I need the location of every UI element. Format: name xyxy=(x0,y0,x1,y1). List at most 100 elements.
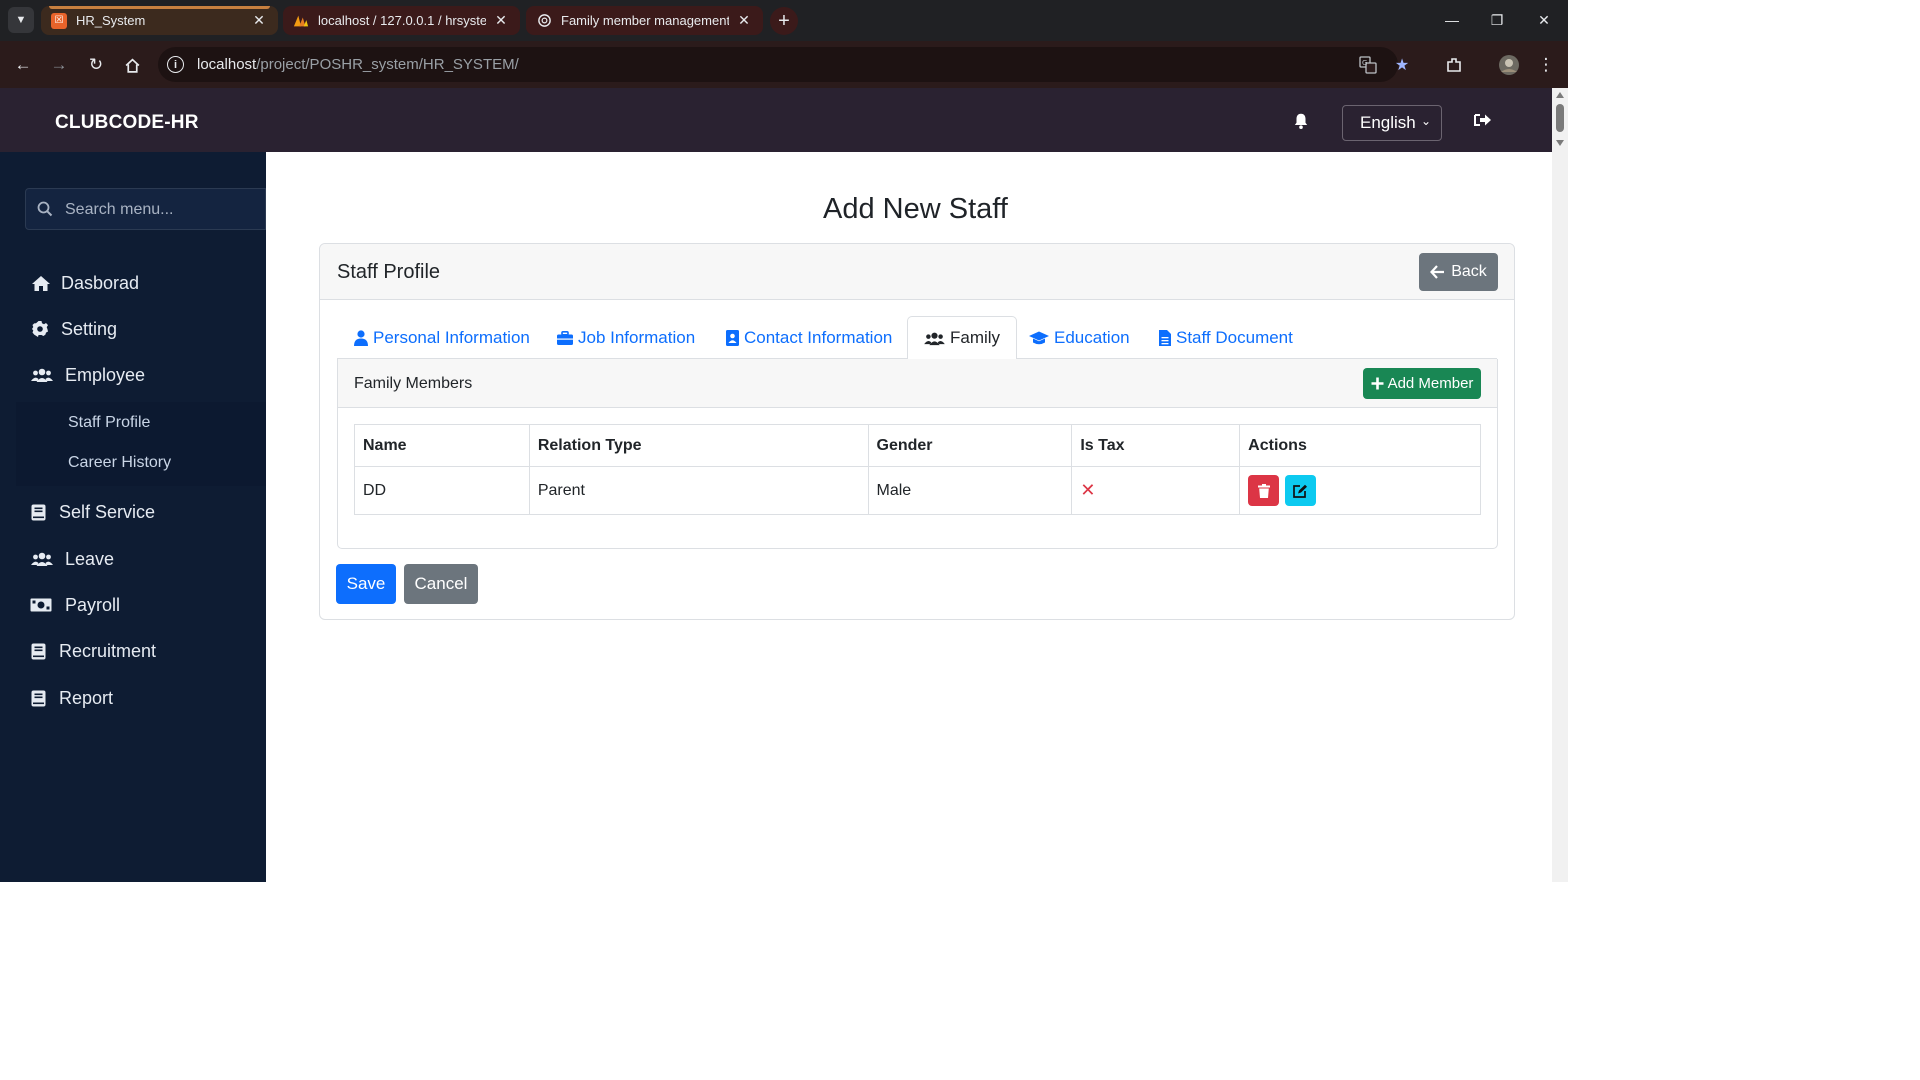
restore-icon[interactable]: ❐ xyxy=(1485,8,1509,32)
plus-icon xyxy=(1371,377,1384,390)
money-icon xyxy=(30,596,52,614)
tab-search-button[interactable]: ▼ xyxy=(8,7,34,33)
hr-system-favicon: ☒ xyxy=(51,12,67,29)
address-bar[interactable]: i localhost/project/POSHR_system/HR_SYST… xyxy=(158,47,1409,82)
browser-tab-phpmyadmin[interactable]: localhost / 127.0.0.1 / hrsystem ✕ xyxy=(283,6,520,35)
contact-card-icon xyxy=(726,329,739,346)
cell-name: DD xyxy=(354,466,530,515)
tab-label: Staff Document xyxy=(1176,327,1293,347)
new-tab-button[interactable]: + xyxy=(770,7,798,35)
close-icon[interactable]: ✕ xyxy=(250,12,268,29)
sidebar-item-label: Report xyxy=(59,688,114,708)
extensions-icon[interactable] xyxy=(1441,52,1467,78)
tab-job-information[interactable]: Job Information xyxy=(557,316,695,359)
gear-icon xyxy=(30,320,50,338)
more-menu-icon[interactable]: ⋮ xyxy=(1533,52,1559,78)
url-host: localhost xyxy=(197,56,257,73)
tab-label: Contact Information xyxy=(744,327,893,347)
chatgpt-favicon xyxy=(536,13,552,29)
back-label: Back xyxy=(1451,263,1487,280)
translate-icon[interactable]: G xyxy=(1358,55,1378,75)
url-text: localhost/project/POSHR_system/HR_SYSTEM… xyxy=(197,56,519,73)
sidebar-item-label: Leave xyxy=(65,549,115,569)
brand-logo-text[interactable]: CLUBCODE-HR xyxy=(55,112,199,134)
chevron-down-icon: ⌄ xyxy=(1420,114,1431,128)
trash-icon xyxy=(1257,483,1270,498)
sidebar-item-label: Payroll xyxy=(65,595,121,615)
column-header-name: Name xyxy=(354,424,530,467)
column-header-relation-type: Relation Type xyxy=(528,424,869,467)
edit-button[interactable] xyxy=(1284,475,1316,506)
scroll-thumb[interactable] xyxy=(1556,104,1564,132)
sidebar-item-label: Recruitment xyxy=(59,641,157,661)
cancel-button[interactable]: Cancel xyxy=(404,564,478,604)
browser-toolbar: ← → ↻ i localhost/project/POSHR_system/H… xyxy=(0,41,1568,88)
sidebar-item-label: Self Service xyxy=(59,502,156,522)
language-select[interactable]: English ⌄ xyxy=(1342,105,1442,141)
sidebar-item-leave[interactable]: Leave xyxy=(0,539,266,579)
tab-staff-document[interactable]: Staff Document xyxy=(1159,316,1293,359)
sidebar-item-employee[interactable]: Employee xyxy=(0,355,266,395)
tab-education[interactable]: Education xyxy=(1029,316,1130,359)
forward-arrow-icon[interactable]: → xyxy=(46,52,72,78)
cell-is-tax: ✕ xyxy=(1071,466,1241,515)
screen: ▼ ☒ HR_System ✕ localhost / 127.0.0.1 / … xyxy=(0,0,1568,882)
back-button[interactable]: Back xyxy=(1419,253,1498,291)
reload-icon[interactable]: ↻ xyxy=(83,52,109,78)
users-icon xyxy=(30,550,54,568)
employee-submenu: Staff Profile Career History xyxy=(16,402,266,486)
sidebar-search xyxy=(25,188,266,230)
minimize-icon[interactable]: — xyxy=(1440,8,1464,32)
close-icon[interactable]: ✕ xyxy=(492,12,510,29)
home-icon xyxy=(31,274,51,292)
logout-icon[interactable] xyxy=(1474,112,1492,130)
close-window-icon[interactable]: ✕ xyxy=(1532,8,1556,32)
panel-header: Family Members Add Member xyxy=(338,359,1497,408)
save-button[interactable]: Save xyxy=(336,564,396,604)
book-icon xyxy=(30,642,46,660)
sidebar: Dasborad Setting Employee Staff Profile … xyxy=(0,152,266,882)
scroll-down-arrow[interactable] xyxy=(1556,140,1564,146)
page-title: Add New Staff xyxy=(823,193,1008,225)
sidebar-item-setting[interactable]: Setting xyxy=(0,309,266,349)
tab-personal-information[interactable]: Personal Information xyxy=(354,316,530,359)
page-scrollbar[interactable] xyxy=(1552,88,1568,882)
bookmark-star-icon[interactable]: ★ xyxy=(1392,55,1412,75)
column-header-gender: Gender xyxy=(867,424,1073,467)
tab-label: Job Information xyxy=(578,327,696,347)
sidebar-item-dashboard[interactable]: Dasborad xyxy=(0,263,266,303)
add-member-label: Add Member xyxy=(1387,375,1474,392)
book-icon xyxy=(30,689,46,707)
browser-tab-chatgpt[interactable]: Family member management co ✕ xyxy=(526,6,763,35)
tab-accent xyxy=(49,6,270,9)
sidebar-item-recruitment[interactable]: Recruitment xyxy=(0,631,266,671)
back-arrow-icon[interactable]: ← xyxy=(10,52,36,78)
site-info-icon[interactable]: i xyxy=(167,56,184,73)
sidebar-item-report[interactable]: Report xyxy=(0,678,266,718)
sidebar-item-self-service[interactable]: Self Service xyxy=(0,492,266,532)
profile-avatar-icon[interactable] xyxy=(1496,52,1522,78)
browser-tab-hr-system[interactable]: ☒ HR_System ✕ xyxy=(41,6,278,35)
search-menu-input[interactable] xyxy=(65,199,255,221)
delete-button[interactable] xyxy=(1248,475,1280,506)
table-row: DD Parent Male ✕ xyxy=(354,466,1481,515)
submenu-item-career-history[interactable]: Career History xyxy=(68,454,171,472)
tab-title: HR_System xyxy=(76,13,146,28)
arrow-left-icon xyxy=(1430,265,1445,279)
bell-icon[interactable] xyxy=(1292,112,1312,132)
close-icon[interactable]: ✕ xyxy=(735,12,753,29)
home-icon[interactable] xyxy=(119,52,145,78)
tab-family[interactable]: Family xyxy=(907,316,1018,360)
sidebar-item-payroll[interactable]: Payroll xyxy=(0,585,266,625)
scroll-up-arrow[interactable] xyxy=(1556,92,1564,98)
sidebar-item-label: Dasborad xyxy=(61,273,140,293)
add-member-button[interactable]: Add Member xyxy=(1363,368,1481,399)
cell-gender: Male xyxy=(867,466,1073,515)
cell-relation-type: Parent xyxy=(528,466,869,515)
submenu-item-staff-profile[interactable]: Staff Profile xyxy=(68,414,150,432)
profile-tabs: Personal Information Job Information Con… xyxy=(337,316,1497,360)
column-header-actions: Actions xyxy=(1239,424,1481,467)
tab-contact-information[interactable]: Contact Information xyxy=(726,316,892,359)
column-header-is-tax: Is Tax xyxy=(1071,424,1241,467)
phpmyadmin-favicon xyxy=(293,13,309,29)
